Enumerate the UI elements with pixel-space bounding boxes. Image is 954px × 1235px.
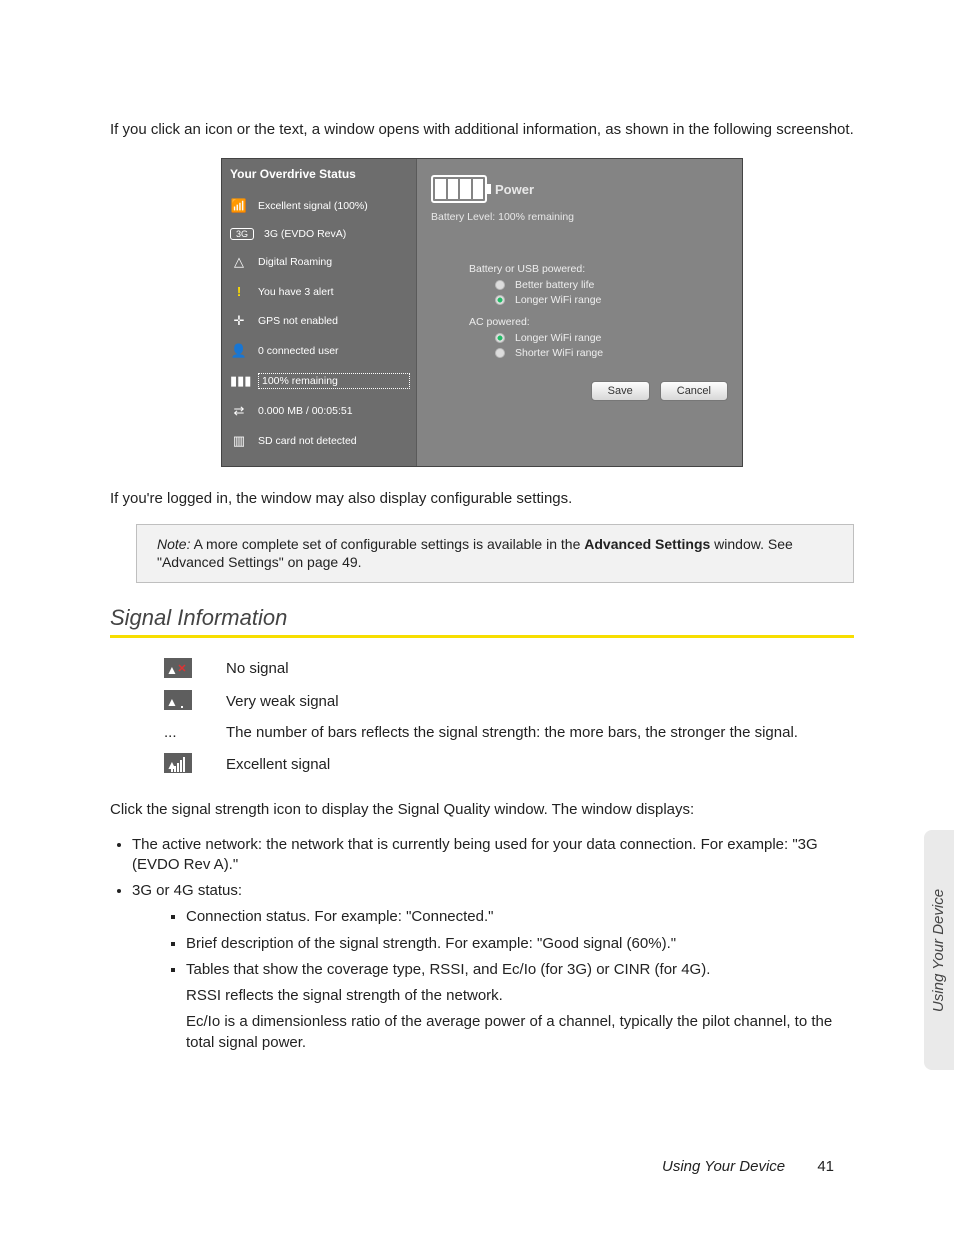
radio-icon: [495, 295, 505, 305]
data-transfer-icon: ⇄: [230, 403, 248, 419]
table-row: ... The number of bars reflects the sign…: [164, 718, 810, 747]
status-row-sd[interactable]: ▥ SD card not detected: [230, 426, 410, 456]
excellent-signal-icon: ▲: [164, 753, 192, 773]
status-label: 100% remaining: [258, 373, 410, 389]
side-tab-label: Using Your Device: [931, 888, 948, 1011]
network-3g-icon: 3G: [230, 228, 254, 240]
note-text-a: A more complete set of configurable sett…: [190, 536, 584, 552]
intro-paragraph-1: If you click an icon or the text, a wind…: [110, 120, 854, 140]
section-rule: [110, 635, 854, 638]
list-item: Brief description of the signal strength…: [186, 934, 854, 954]
table-row: ▲✕ No signal: [164, 652, 810, 684]
list-item: The active network: the network that is …: [132, 835, 854, 876]
power-title: Power: [495, 182, 534, 197]
list-item: Connection status. For example: "Connect…: [186, 907, 854, 927]
intro-paragraph-2: If you're logged in, the window may also…: [110, 489, 854, 509]
screenshot-figure: Your Overdrive Status 📶 Excellent signal…: [110, 158, 854, 467]
note-box: Note: A more complete set of configurabl…: [136, 524, 854, 584]
battery-large-icon: [431, 175, 487, 203]
battery-level-text: Battery Level: 100% remaining: [431, 211, 728, 223]
radio-icon: [495, 280, 505, 290]
status-label: 0.000 MB / 00:05:51: [258, 405, 410, 417]
signal-strength-icon: 📶: [230, 198, 248, 214]
status-row-battery[interactable]: ▮▮▮ 100% remaining: [230, 366, 410, 396]
sig-desc: Very weak signal: [226, 684, 810, 718]
status-label: Excellent signal (100%): [258, 200, 410, 212]
status-row-gps[interactable]: ✛ GPS not enabled: [230, 306, 410, 336]
status-label: GPS not enabled: [258, 315, 410, 327]
note-bold: Advanced Settings: [584, 536, 710, 552]
side-tab: Using Your Device: [924, 830, 954, 1070]
status-panel-title: Your Overdrive Status: [230, 167, 410, 181]
radio-label: Longer WiFi range: [515, 294, 601, 306]
status-row-network[interactable]: 3G 3G (EVDO RevA): [230, 221, 410, 247]
save-button[interactable]: Save: [591, 381, 650, 401]
sd-card-icon: ▥: [230, 433, 248, 449]
list-item: Tables that show the coverage type, RSSI…: [186, 960, 854, 980]
status-row-roaming[interactable]: △ Digital Roaming: [230, 247, 410, 277]
radio-better-battery[interactable]: Better battery life: [495, 279, 728, 291]
power-panel: Power Battery Level: 100% remaining Batt…: [417, 159, 742, 466]
status-label: You have 3 alert: [258, 286, 410, 298]
power-group2-heading: AC powered:: [469, 316, 728, 328]
footer-title: Using Your Device: [662, 1158, 785, 1175]
footer-page-number: 41: [817, 1158, 834, 1175]
radio-shorter-wifi[interactable]: Shorter WiFi range: [495, 347, 728, 359]
sig-desc: No signal: [226, 652, 810, 684]
status-label: 3G (EVDO RevA): [264, 228, 410, 240]
radio-icon: [495, 348, 505, 358]
bullet-list: The active network: the network that is …: [110, 835, 854, 1053]
status-label: 0 connected user: [258, 345, 410, 357]
radio-label: Better battery life: [515, 279, 594, 291]
page-footer: Using Your Device 41: [662, 1158, 834, 1175]
sig-desc: Excellent signal: [226, 747, 810, 782]
section-heading-signal-info: Signal Information: [110, 605, 854, 631]
alert-icon: !: [230, 284, 248, 299]
users-icon: 👤: [230, 343, 248, 359]
power-group1-heading: Battery or USB powered:: [469, 263, 728, 275]
status-label: Digital Roaming: [258, 256, 410, 268]
radio-label: Longer WiFi range: [515, 332, 601, 344]
cancel-button[interactable]: Cancel: [660, 381, 728, 401]
roaming-icon: △: [230, 254, 248, 270]
radio-longer-wifi-1[interactable]: Longer WiFi range: [495, 294, 728, 306]
sig-desc: The number of bars reflects the signal s…: [226, 718, 810, 747]
table-row: ▲ Very weak signal: [164, 684, 810, 718]
gps-icon: ✛: [230, 313, 248, 329]
sub-bullet-list: Connection status. For example: "Connect…: [132, 907, 854, 980]
radio-label: Shorter WiFi range: [515, 347, 603, 359]
table-row: ▲ Excellent signal: [164, 747, 810, 782]
sub-paragraph: RSSI reflects the signal strength of the…: [186, 986, 854, 1006]
ellipsis-icon: ...: [164, 718, 226, 747]
note-label: Note:: [157, 536, 190, 552]
battery-icon: ▮▮▮: [230, 373, 248, 389]
para-after-table: Click the signal strength icon to displa…: [110, 800, 854, 820]
status-row-data[interactable]: ⇄ 0.000 MB / 00:05:51: [230, 396, 410, 426]
very-weak-signal-icon: ▲: [164, 690, 192, 710]
status-label: SD card not detected: [258, 435, 410, 447]
radio-icon: [495, 333, 505, 343]
list-item-text: 3G or 4G status:: [132, 882, 242, 899]
radio-longer-wifi-2[interactable]: Longer WiFi range: [495, 332, 728, 344]
sub-paragraph: Ec/Io is a dimensionless ratio of the av…: [186, 1012, 854, 1053]
status-row-alerts[interactable]: ! You have 3 alert: [230, 277, 410, 306]
list-item: 3G or 4G status: Connection status. For …: [132, 881, 854, 1053]
status-row-signal[interactable]: 📶 Excellent signal (100%): [230, 191, 410, 221]
status-row-users[interactable]: 👤 0 connected user: [230, 336, 410, 366]
no-signal-icon: ▲✕: [164, 658, 192, 678]
signal-info-table: ▲✕ No signal ▲ Very weak signal ... The …: [164, 652, 810, 782]
status-panel: Your Overdrive Status 📶 Excellent signal…: [222, 159, 417, 466]
